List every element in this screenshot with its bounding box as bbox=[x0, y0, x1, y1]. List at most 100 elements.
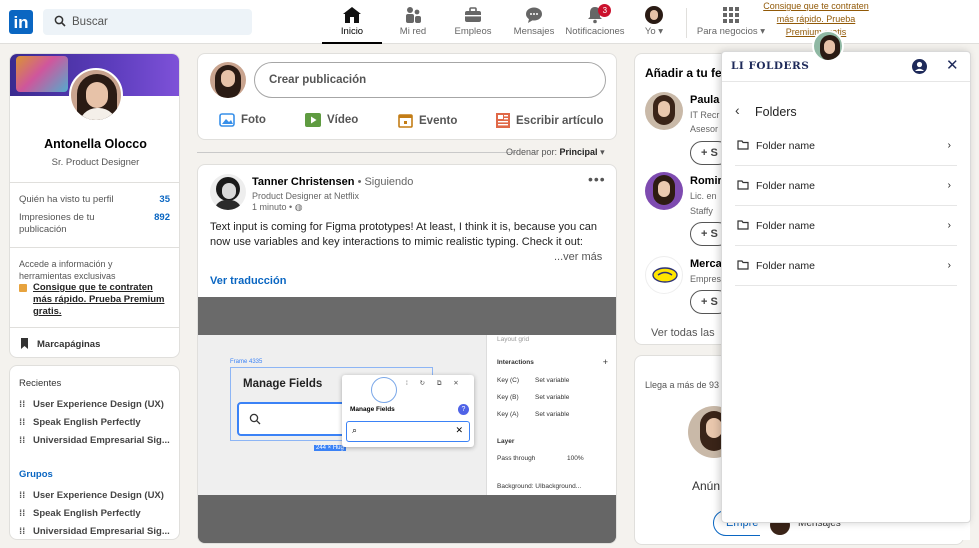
see-all-link[interactable]: Ver todas las bbox=[651, 327, 715, 339]
write-article-button[interactable]: Escribir artículo bbox=[496, 113, 604, 128]
divider bbox=[10, 182, 179, 183]
premium-nav-link[interactable]: Consigue que te contraten más rápido. Pr… bbox=[760, 0, 872, 39]
profile-name[interactable]: Antonella Olocco bbox=[10, 137, 179, 151]
chevron-right-icon: › bbox=[947, 219, 952, 231]
nav-jobs-label: Empleos bbox=[454, 26, 492, 37]
video-button[interactable]: Vídeo bbox=[305, 113, 358, 127]
premium-info-text: Accede a información y herramientas excl… bbox=[19, 259, 116, 281]
divider bbox=[10, 247, 179, 248]
suggestion-avatar[interactable] bbox=[645, 92, 683, 130]
profile-views-label[interactable]: Quién ha visto tu perfil bbox=[19, 194, 114, 206]
suggestion-name[interactable]: Paula bbox=[690, 94, 719, 106]
nav-messaging[interactable]: Mensajes bbox=[510, 6, 558, 44]
translate-link[interactable]: Ver traducción bbox=[210, 275, 286, 287]
briefcase-icon bbox=[465, 7, 481, 22]
nav-business[interactable]: Para negocios ▾ bbox=[694, 6, 768, 44]
create-post-placeholder: Crear publicación bbox=[269, 74, 367, 86]
premium-icon bbox=[19, 284, 27, 292]
network-icon bbox=[406, 7, 421, 23]
folder-item[interactable]: Folder name › bbox=[735, 206, 957, 246]
impressions-label[interactable]: Impresiones de tu publicación bbox=[19, 212, 119, 236]
suggestion-name[interactable]: Romir bbox=[690, 175, 722, 187]
chevron-right-icon: › bbox=[947, 139, 952, 151]
user-icon[interactable] bbox=[912, 59, 927, 77]
panel-avatar bbox=[812, 30, 844, 62]
divider bbox=[10, 327, 179, 328]
post-media[interactable]: Layout grid Interactions + Key (C) Set v… bbox=[198, 297, 616, 543]
suggestion-headline: Lic. en bbox=[690, 191, 717, 201]
group-item[interactable]: ⁞⁞ Speak English Perfectly bbox=[19, 508, 141, 519]
divider bbox=[197, 152, 517, 153]
folder-icon bbox=[737, 260, 749, 270]
create-post-input[interactable]: Crear publicación bbox=[254, 62, 606, 98]
promo-text: Llega a más de 93 bbox=[645, 380, 720, 390]
panel-brand: LI FOLDERS bbox=[731, 60, 810, 72]
folder-item[interactable]: Folder name › bbox=[735, 166, 957, 206]
more-options-icon[interactable]: ••• bbox=[588, 171, 606, 187]
group-item[interactable]: ⁞⁞ User Experience Design (UX) bbox=[19, 490, 164, 501]
recent-item[interactable]: ⁞⁞ Speak English Perfectly bbox=[19, 417, 141, 428]
group-icon: ⁞⁞ bbox=[19, 526, 26, 537]
recent-item[interactable]: ⁞⁞ User Experience Design (UX) bbox=[19, 399, 164, 410]
post-author-line[interactable]: Tanner Christensen • Siguiendo bbox=[252, 176, 413, 188]
see-more-link[interactable]: ...ver más bbox=[554, 251, 602, 263]
figma-frame-label: Frame 4335 bbox=[230, 359, 263, 365]
folder-icon bbox=[737, 140, 749, 150]
suggestion-headline: Asesor bbox=[690, 124, 719, 134]
avatar[interactable] bbox=[210, 62, 246, 98]
post-author-name: Tanner Christensen bbox=[252, 176, 355, 188]
nav-network-label: Mi red bbox=[399, 26, 427, 37]
sort-selector[interactable]: Ordenar por: Principal ▾ bbox=[506, 147, 605, 158]
groups-title[interactable]: Grupos bbox=[19, 469, 53, 480]
post-author-avatar[interactable] bbox=[210, 174, 246, 210]
figma-inspector: Layout grid Interactions + Key (C) Set v… bbox=[486, 335, 616, 495]
suggestion-headline: IT Recr bbox=[690, 110, 720, 120]
group-item[interactable]: ⁞⁞ Universidad Empresarial Sig... bbox=[19, 526, 170, 537]
nav-jobs[interactable]: Empleos bbox=[449, 6, 497, 44]
company-logo[interactable] bbox=[645, 256, 683, 294]
nav-home-label: Inicio bbox=[340, 26, 364, 37]
profile-views-count[interactable]: 35 bbox=[159, 194, 170, 205]
calendar-icon bbox=[398, 114, 413, 128]
recent-groups-card: Recientes ⁞⁞ User Experience Design (UX) … bbox=[9, 365, 180, 540]
profile-avatar[interactable] bbox=[69, 68, 123, 122]
folder-icon bbox=[737, 180, 749, 190]
folder-item[interactable]: Folder name › bbox=[735, 126, 957, 166]
post-composer: Crear publicación Foto Vídeo Evento Escr… bbox=[197, 53, 617, 140]
suggestion-name[interactable]: Merca bbox=[690, 258, 722, 270]
nav-me[interactable]: Yo ▾ bbox=[640, 6, 668, 44]
linkedin-logo[interactable]: in bbox=[9, 10, 33, 34]
group-icon: ⁞⁞ bbox=[19, 490, 26, 501]
nav-me-label: Yo bbox=[644, 26, 656, 37]
globe-icon: ◍ bbox=[294, 202, 303, 212]
back-arrow-icon[interactable]: ‹ bbox=[735, 102, 740, 118]
photo-button[interactable]: Foto bbox=[219, 113, 266, 127]
figma-preview-popup: ⁞ ↻ ⧉ ✕ Manage Fields ? ⌕ ✕ bbox=[342, 375, 474, 447]
bookmarks-link[interactable]: Marcapáginas bbox=[37, 339, 100, 350]
promo-name: Anún bbox=[692, 479, 721, 493]
search-input[interactable]: Buscar bbox=[43, 9, 252, 35]
nav-messaging-label: Mensajes bbox=[513, 26, 555, 37]
group-icon: ⁞⁞ bbox=[19, 399, 26, 410]
figma-size-label: 244 × Hug bbox=[314, 445, 346, 451]
close-icon[interactable]: ✕ bbox=[946, 56, 959, 74]
profile-title: Sr. Product Designer bbox=[51, 157, 140, 168]
suggestion-avatar[interactable] bbox=[645, 172, 683, 210]
premium-link[interactable]: Consigue que te contraten más rápido. Pr… bbox=[33, 282, 173, 318]
folder-item[interactable]: Folder name › bbox=[735, 246, 957, 286]
event-button[interactable]: Evento bbox=[398, 113, 457, 128]
article-icon bbox=[496, 113, 510, 128]
suggestion-headline: Empres bbox=[690, 274, 722, 284]
nav-notifications[interactable]: 3 Notificaciones bbox=[562, 4, 628, 44]
nav-network[interactable]: Mi red bbox=[390, 6, 436, 44]
nav-home[interactable]: Inicio bbox=[322, 6, 382, 44]
folder-icon bbox=[737, 220, 749, 230]
messaging-icon bbox=[526, 7, 542, 23]
impressions-count[interactable]: 892 bbox=[154, 212, 170, 223]
folder-name: Folder name bbox=[756, 180, 815, 192]
bookmark-icon bbox=[20, 338, 29, 352]
group-icon: ⁞⁞ bbox=[19, 508, 26, 519]
recent-item[interactable]: ⁞⁞ Universidad Empresarial Sig... bbox=[19, 435, 170, 446]
group-icon: ⁞⁞ bbox=[19, 435, 26, 446]
nav-notifications-label: Notificaciones bbox=[565, 26, 625, 37]
